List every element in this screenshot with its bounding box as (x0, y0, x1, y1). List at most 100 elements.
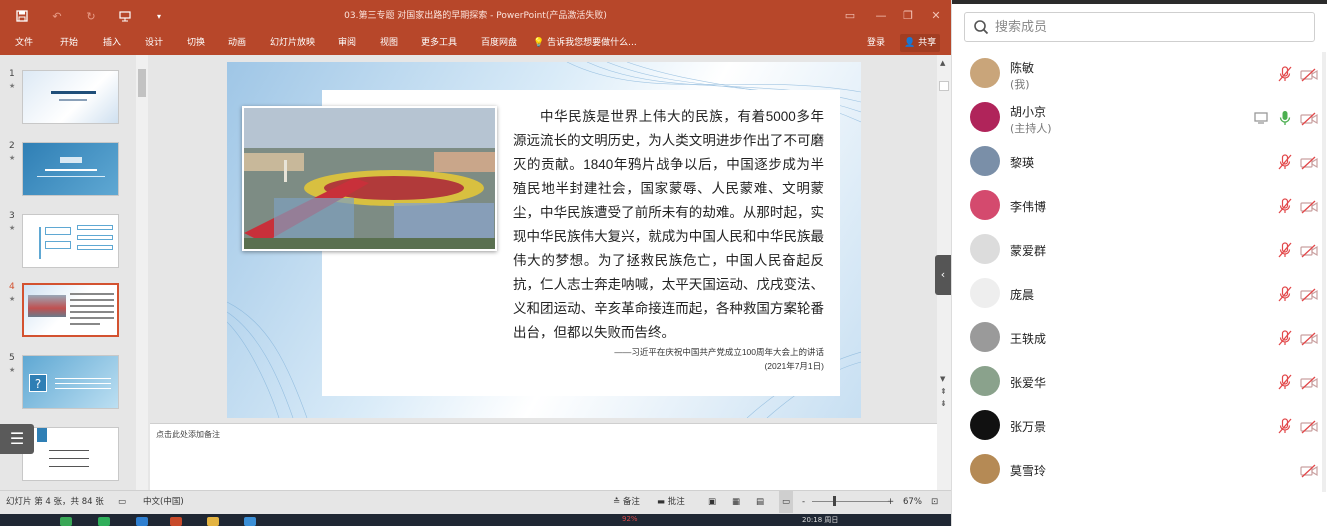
mic-on-icon[interactable] (1278, 110, 1292, 126)
scroll-down-icon[interactable]: ▼ (940, 375, 945, 383)
camera-off-icon[interactable] (1300, 463, 1318, 478)
reading-view-icon[interactable]: ▤ (756, 491, 764, 513)
member-list-scrollbar[interactable] (1322, 52, 1326, 492)
save-icon[interactable] (15, 10, 29, 24)
mic-muted-icon[interactable] (1278, 198, 1292, 214)
thumbnail-slide[interactable] (22, 427, 119, 481)
camera-off-icon[interactable] (1300, 155, 1318, 170)
tab-baidu-netdisk[interactable]: 百度网盘 (481, 31, 517, 55)
slide-body-text[interactable]: 中华民族是世界上伟大的民族，有着5000多年源远流长的文明历史，为人类文明进步作… (513, 105, 824, 345)
thumbnail-slide[interactable]: ? (22, 355, 119, 409)
scroll-up-icon[interactable]: ▲ (940, 59, 945, 67)
member-row[interactable]: 庞晨 (952, 272, 1327, 316)
mic-muted-icon[interactable] (1278, 154, 1292, 170)
scrollbar-thumb[interactable] (138, 69, 146, 97)
tab-review[interactable]: 审阅 (338, 31, 356, 55)
member-search[interactable] (964, 12, 1315, 42)
customize-qat-icon[interactable]: ▾ (152, 10, 166, 24)
mic-muted-icon[interactable] (1278, 418, 1292, 434)
zoom-level[interactable]: 67% (903, 491, 922, 513)
next-slide-icon[interactable]: ⇟ (940, 399, 947, 408)
notes-toggle[interactable]: ≛ 备注 (613, 491, 640, 513)
restore-icon[interactable]: ❐ (899, 8, 917, 24)
zoom-slider-knob[interactable] (833, 496, 836, 506)
avatar (970, 410, 1000, 440)
tiananmen-photo (242, 106, 497, 251)
mic-muted-icon[interactable] (1278, 242, 1292, 258)
thumbnail-slide-selected[interactable] (22, 283, 119, 337)
camera-off-icon[interactable] (1300, 67, 1318, 82)
floating-menu-button[interactable]: ☰ (0, 424, 34, 454)
mic-muted-icon[interactable] (1278, 286, 1292, 302)
zoom-slider[interactable] (812, 501, 888, 502)
member-row[interactable]: 莫雪玲 (952, 448, 1327, 492)
mic-muted-icon[interactable] (1278, 374, 1292, 390)
wechat-icon[interactable] (60, 517, 72, 526)
mic-muted-icon[interactable] (1278, 330, 1292, 346)
camera-off-icon[interactable] (1300, 331, 1318, 346)
tab-transitions[interactable]: 切换 (187, 31, 205, 55)
member-row[interactable]: 胡小京 (主持人) (952, 96, 1327, 140)
zoom-in-icon[interactable]: + (887, 491, 894, 513)
close-icon[interactable]: ✕ (927, 8, 945, 24)
camera-off-icon[interactable] (1300, 375, 1318, 390)
search-input[interactable] (995, 17, 1305, 37)
tab-design[interactable]: 设计 (145, 31, 163, 55)
thumbnail-slide[interactable] (22, 214, 119, 268)
member-row[interactable]: 陈敏 (我) (952, 52, 1327, 96)
tab-animations[interactable]: 动画 (228, 31, 246, 55)
screen-share-icon[interactable] (1254, 110, 1268, 124)
camera-off-icon[interactable] (1300, 243, 1318, 258)
thumbnail-slide[interactable] (22, 142, 119, 196)
undo-icon[interactable]: ↶ (50, 10, 64, 24)
slide-sorter-icon[interactable]: ▦ (732, 491, 740, 513)
powerpoint-window: 03.第三专题 对国家出路的早期探索 - PowerPoint(产品激活失败) … (0, 0, 951, 526)
comments-toggle[interactable]: ▬ 批注 (657, 491, 685, 513)
normal-view-icon[interactable]: ▣ (708, 491, 716, 513)
title-bar: 03.第三专题 对国家出路的早期探索 - PowerPoint(产品激活失败) … (0, 0, 951, 31)
collapse-panel-button[interactable]: ‹ (935, 255, 951, 295)
member-row[interactable]: 张万景 (952, 404, 1327, 448)
scrollbar-thumb[interactable] (939, 81, 949, 91)
app-icon[interactable] (244, 517, 256, 526)
current-slide[interactable]: 中华民族是世界上伟大的民族，有着5000多年源远流长的文明历史，为人类文明进步作… (227, 62, 861, 418)
tell-me-box[interactable]: 💡 告诉我您想要做什么... (533, 31, 637, 55)
ribbon-display-icon[interactable]: ▭ (841, 8, 859, 24)
start-slideshow-icon[interactable] (118, 10, 132, 24)
tab-home[interactable]: 开始 (60, 31, 78, 55)
member-row[interactable]: 黎瑛 (952, 140, 1327, 184)
share-button[interactable]: 👤 共享 (900, 34, 941, 52)
camera-off-icon[interactable] (1300, 199, 1318, 214)
minimize-icon[interactable]: — (872, 8, 890, 24)
app-icon[interactable] (98, 517, 110, 526)
camera-off-icon[interactable] (1300, 419, 1318, 434)
member-row[interactable]: 蒙爱群 (952, 228, 1327, 272)
redo-icon[interactable]: ↻ (84, 10, 98, 24)
camera-off-icon[interactable] (1300, 287, 1318, 302)
tab-file[interactable]: 文件 (15, 31, 33, 55)
thumbnail-scrollbar[interactable] (136, 55, 148, 490)
app-icon[interactable] (136, 517, 148, 526)
folder-icon[interactable] (207, 517, 219, 526)
tab-more-tools[interactable]: 更多工具 (421, 31, 457, 55)
person-icon: 👤 (904, 38, 916, 48)
member-row[interactable]: 张爱华 (952, 360, 1327, 404)
tab-view[interactable]: 视图 (380, 31, 398, 55)
zoom-out-icon[interactable]: - (802, 491, 805, 513)
member-row[interactable]: 李伟博 (952, 184, 1327, 228)
slideshow-view-icon[interactable]: ▭ (779, 491, 794, 513)
login-button[interactable]: 登录 (867, 31, 885, 55)
slide-citation[interactable]: ——习近平在庆祝中国共产党成立100周年大会上的讲话 (2021年7月1日) (513, 345, 824, 373)
previous-slide-icon[interactable]: ⇞ (940, 387, 947, 396)
powerpoint-taskbar-icon[interactable] (170, 517, 182, 526)
spellcheck-icon[interactable]: ▭ (118, 491, 126, 513)
language-indicator[interactable]: 中文(中国) (143, 491, 184, 513)
tab-insert[interactable]: 插入 (103, 31, 121, 55)
member-row[interactable]: 王轶成 (952, 316, 1327, 360)
camera-off-icon[interactable] (1300, 111, 1318, 126)
mic-muted-icon[interactable] (1278, 66, 1292, 82)
tab-slideshow[interactable]: 幻灯片放映 (270, 31, 315, 55)
notes-pane[interactable]: 点击此处添加备注 (150, 423, 937, 490)
fit-to-window-icon[interactable]: ⊡ (931, 491, 938, 513)
thumbnail-slide[interactable] (22, 70, 119, 124)
